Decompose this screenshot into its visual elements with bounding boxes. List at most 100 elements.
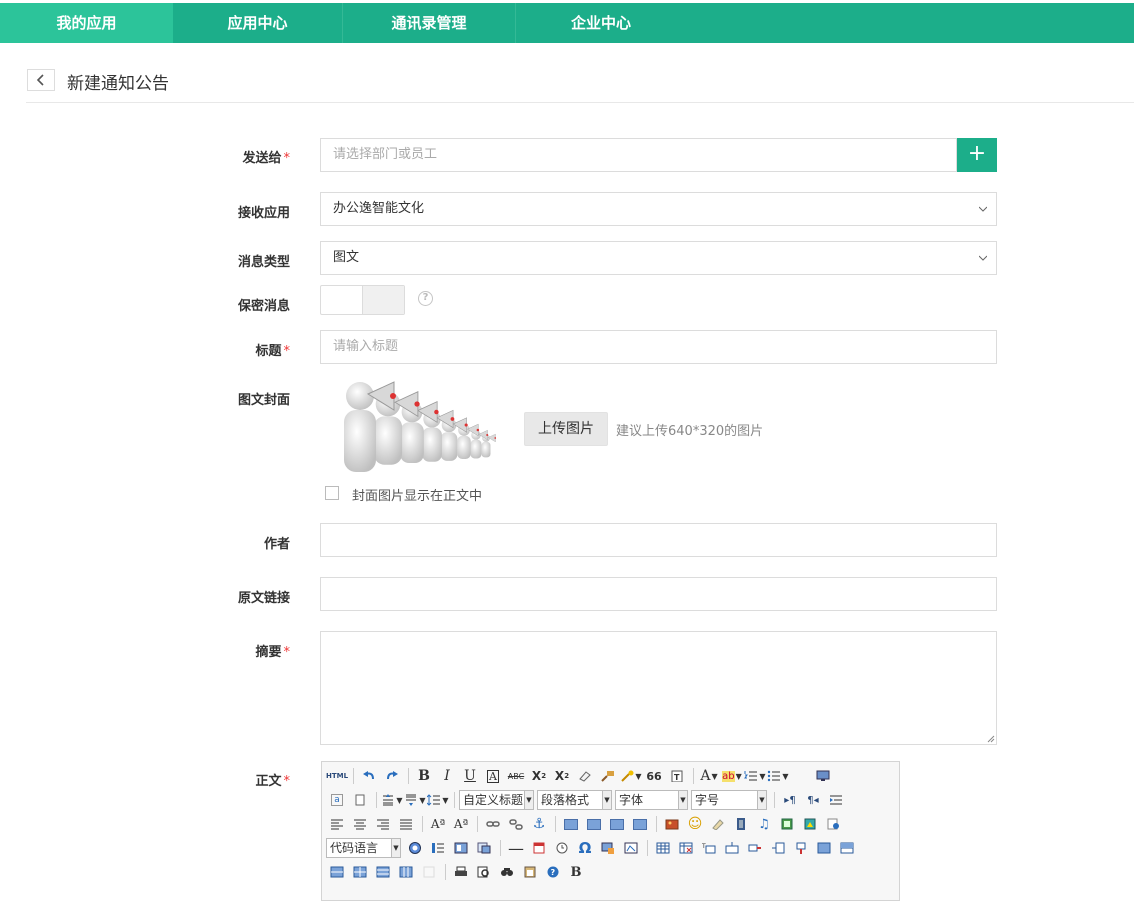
confidential-toggle[interactable] xyxy=(320,285,405,315)
blockquote-button[interactable]: 66 xyxy=(643,766,665,786)
fullscreen-icon[interactable] xyxy=(812,766,834,786)
image-float-right-icon[interactable] xyxy=(606,814,628,834)
search-replace-icon[interactable] xyxy=(496,862,518,882)
insert-table-icon[interactable] xyxy=(652,838,674,858)
send-to-input[interactable]: 请选择部门或员工 xyxy=(320,138,957,172)
uppercase-icon[interactable]: Aª xyxy=(427,814,449,834)
pagebreak-icon[interactable] xyxy=(427,838,449,858)
ltr-direction-icon[interactable]: ▸¶ xyxy=(779,790,801,810)
paste-plain-icon[interactable]: T xyxy=(666,766,688,786)
font-color-icon[interactable]: A ▼ xyxy=(698,766,720,786)
tab-app-center[interactable]: 应用中心 xyxy=(173,3,342,43)
merge-cells-icon[interactable] xyxy=(813,838,835,858)
insert-col-icon[interactable] xyxy=(767,838,789,858)
align-center-icon[interactable] xyxy=(349,814,371,834)
unlink-icon[interactable] xyxy=(505,814,527,834)
back-button[interactable] xyxy=(27,69,55,91)
undo-icon[interactable] xyxy=(358,766,380,786)
merge-right-icon[interactable] xyxy=(836,838,858,858)
code-language-select[interactable]: 代码语言 ▼ xyxy=(326,838,401,858)
time-icon[interactable] xyxy=(551,838,573,858)
insert-video-icon[interactable] xyxy=(730,814,752,834)
chart-icon[interactable] xyxy=(418,862,440,882)
tab-contacts-management[interactable]: 通讯录管理 xyxy=(343,3,515,43)
row-spacing-bottom-icon[interactable]: ▼ xyxy=(404,790,426,810)
row-spacing-top-icon[interactable]: ▼ xyxy=(381,790,403,810)
eraser-icon[interactable] xyxy=(574,766,596,786)
summary-textarea[interactable] xyxy=(320,631,997,745)
show-cover-in-body-checkbox[interactable] xyxy=(325,486,339,500)
line-height-icon[interactable]: ▼ xyxy=(427,790,449,810)
html-source-button[interactable]: HTML xyxy=(326,766,348,786)
background-icon[interactable] xyxy=(473,838,495,858)
source-link-input[interactable] xyxy=(320,577,997,611)
snapscreen-icon[interactable] xyxy=(620,838,642,858)
font-family-select[interactable]: 字体 ▼ xyxy=(615,790,688,810)
attachment-icon[interactable] xyxy=(776,814,798,834)
align-left-icon[interactable] xyxy=(326,814,348,834)
music-icon[interactable]: ♫ xyxy=(753,814,775,834)
ordered-list-icon[interactable]: ▼ xyxy=(744,766,766,786)
rtl-direction-icon[interactable]: ¶◂ xyxy=(802,790,824,810)
template-icon[interactable] xyxy=(450,838,472,858)
upload-image-button[interactable]: 上传图片 xyxy=(524,412,608,446)
delete-row-icon[interactable] xyxy=(744,838,766,858)
image-center-icon[interactable] xyxy=(629,814,651,834)
auto-format-icon[interactable]: ▼ xyxy=(620,766,642,786)
align-right-icon[interactable] xyxy=(372,814,394,834)
redo-icon[interactable] xyxy=(381,766,403,786)
horizontal-rule-icon[interactable]: — xyxy=(505,838,527,858)
preview-icon[interactable] xyxy=(473,862,495,882)
insert-code-icon[interactable]: a xyxy=(326,790,348,810)
drafts-icon[interactable] xyxy=(519,862,541,882)
format-painter-icon[interactable] xyxy=(597,766,619,786)
insert-row-icon[interactable] xyxy=(721,838,743,858)
date-icon[interactable] xyxy=(528,838,550,858)
bold-alt-button[interactable]: B xyxy=(565,862,587,882)
font-size-select[interactable]: 字号 ▼ xyxy=(691,790,767,810)
paragraph-format-select[interactable]: 段落格式 ▼ xyxy=(537,790,612,810)
bold-button[interactable]: B xyxy=(413,766,435,786)
author-input[interactable] xyxy=(320,523,997,557)
scrawl-icon[interactable] xyxy=(707,814,729,834)
title-input[interactable]: 请输入标题 xyxy=(320,330,997,364)
special-char-button[interactable]: Ω xyxy=(574,838,596,858)
font-border-icon[interactable]: A xyxy=(482,766,504,786)
link-icon[interactable] xyxy=(482,814,504,834)
receive-app-select[interactable]: 办公逸智能文化 xyxy=(320,192,997,226)
wordimage-icon[interactable] xyxy=(597,838,619,858)
unordered-list-icon[interactable]: ▼ xyxy=(767,766,789,786)
gmap-icon[interactable] xyxy=(822,814,844,834)
italic-button[interactable]: I xyxy=(436,766,458,786)
underline-button[interactable]: U xyxy=(459,766,481,786)
strikethrough-icon[interactable]: ABC xyxy=(505,766,527,786)
split-rows-icon[interactable] xyxy=(372,862,394,882)
insert-caption-icon[interactable]: T xyxy=(698,838,720,858)
subscript-icon[interactable]: X2 xyxy=(551,766,573,786)
tab-my-apps[interactable]: 我的应用 xyxy=(0,3,173,43)
merge-down-icon[interactable] xyxy=(326,862,348,882)
split-cols-icon[interactable] xyxy=(395,862,417,882)
image-float-none-icon[interactable] xyxy=(560,814,582,834)
highlight-color-icon[interactable]: ab ▼ xyxy=(721,766,743,786)
new-document-icon[interactable] xyxy=(349,790,371,810)
help-icon[interactable]: ? xyxy=(418,291,433,306)
insert-image-icon[interactable] xyxy=(661,814,683,834)
msg-type-select[interactable]: 图文 xyxy=(320,241,997,275)
split-cells-icon[interactable] xyxy=(349,862,371,882)
print-icon[interactable] xyxy=(450,862,472,882)
image-float-left-icon[interactable] xyxy=(583,814,605,834)
align-justify-icon[interactable] xyxy=(395,814,417,834)
help-circle-icon[interactable]: ? xyxy=(542,862,564,882)
tab-enterprise-center[interactable]: 企业中心 xyxy=(516,3,686,43)
add-recipient-button[interactable]: + xyxy=(957,138,997,172)
custom-heading-select[interactable]: 自定义标题 ▼ xyxy=(459,790,534,810)
lowercase-icon[interactable]: Aª xyxy=(450,814,472,834)
superscript-icon[interactable]: X2 xyxy=(528,766,550,786)
anchor-icon[interactable]: ⚓ xyxy=(528,814,550,834)
insert-frame-icon[interactable] xyxy=(404,838,426,858)
delete-table-icon[interactable] xyxy=(675,838,697,858)
indent-icon[interactable] xyxy=(825,790,847,810)
delete-col-icon[interactable] xyxy=(790,838,812,858)
resize-grip-icon[interactable] xyxy=(985,733,995,743)
